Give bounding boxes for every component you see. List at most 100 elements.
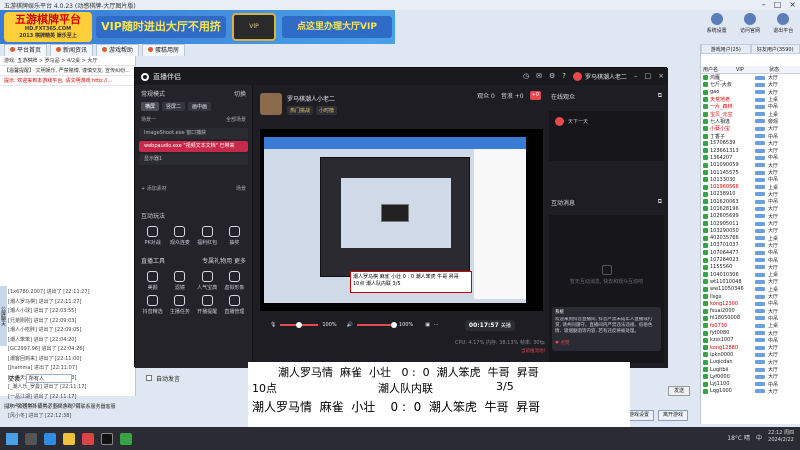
user-row[interactable]: Lyj1100 中吊: [701, 380, 800, 388]
auto-speak-checkbox[interactable]: [146, 375, 153, 381]
user-row[interactable]: 107264023 中吊: [701, 256, 800, 264]
speaker-volume-knob[interactable]: [390, 322, 397, 328]
user-row[interactable]: llsgx 大厅: [701, 293, 800, 300]
tab-friend-users[interactable]: 好友用户(3590): [750, 44, 800, 54]
speaker-volume-slider[interactable]: [356, 322, 397, 328]
user-row[interactable]: 小蔡小宝 大厅: [701, 125, 800, 132]
user-row[interactable]: 102905011 大厅: [701, 220, 800, 227]
grid-item[interactable]: 虚拟形象: [221, 271, 248, 291]
maximize-icon[interactable]: □: [645, 71, 652, 81]
tab-room[interactable]: 蛋糕用房: [142, 44, 186, 56]
vip-banner-right[interactable]: 点这里办理大厅VIP: [282, 16, 392, 38]
viewer-row[interactable]: 天下一天: [555, 117, 658, 126]
tools-more[interactable]: 专属礼物用 更多: [202, 256, 246, 265]
mode-portrait[interactable]: 竖屏二: [162, 102, 186, 111]
scene-label[interactable]: 场景一: [141, 116, 156, 123]
vip-banner-left[interactable]: VIP随时进出大厅不用挤: [96, 16, 226, 38]
more-icon[interactable]: ⋯: [434, 322, 439, 328]
user-row[interactable]: hl18050008 中吊: [701, 315, 800, 322]
user-row[interactable]: 一片_森林 中吊: [701, 103, 800, 110]
user-row[interactable]: 123661313 大厅: [701, 147, 800, 154]
user-row[interactable]: fz0730 上桌: [701, 322, 800, 329]
tab-home[interactable]: 平台首页: [4, 44, 48, 56]
broadcast-settings-icon[interactable]: ◷: [523, 71, 529, 81]
user-row[interactable]: 宝贝_元宝 上桌: [701, 110, 800, 118]
clock[interactable]: 22:12 周四 2024/2/22: [768, 430, 794, 444]
mode-pip[interactable]: 画中画: [188, 102, 212, 111]
start-icon[interactable]: [6, 432, 18, 445]
expand-icon[interactable]: ⧉: [658, 92, 662, 101]
scene-manage[interactable]: 场景: [236, 185, 246, 192]
anchor-tag[interactable]: 热门挑战: [287, 105, 314, 115]
user-row[interactable]: 101145575 大厅: [701, 169, 800, 176]
grid-item[interactable]: 开播提醒: [194, 295, 221, 315]
mic-icon[interactable]: 🎙: [270, 322, 276, 328]
user-row[interactable]: 101090059 大厅: [701, 162, 800, 169]
mode-switch[interactable]: 切换: [234, 89, 246, 98]
input-method[interactable]: 中: [756, 433, 762, 442]
col-status[interactable]: 状态: [767, 66, 800, 73]
grid-item[interactable]: 滤镜: [166, 271, 193, 291]
search-icon[interactable]: [25, 432, 37, 445]
live-timer[interactable]: 00:17:57 关播: [464, 319, 515, 331]
weather[interactable]: 18°C 晴: [727, 433, 750, 442]
visit-site-button[interactable]: 访问官网: [735, 12, 765, 42]
mic-volume-knob[interactable]: [296, 322, 303, 328]
user-row[interactable]: 402035766 上桌: [701, 235, 800, 242]
game-icon[interactable]: [82, 432, 94, 445]
grid-item[interactable]: 观众连麦: [166, 226, 193, 246]
tab-help[interactable]: 游戏帮助: [96, 44, 140, 56]
system-settings-button[interactable]: 系统设置: [702, 12, 732, 42]
user-row[interactable]: ipkn0000 大厅: [701, 351, 800, 358]
expand-icon[interactable]: ⧉: [658, 198, 662, 207]
grid-item[interactable]: 抖音精选: [139, 295, 166, 315]
message-icon[interactable]: ✉: [536, 71, 542, 81]
source-item[interactable]: 显示器1: [139, 154, 248, 165]
user-row[interactable]: kong12300 中吊: [701, 300, 800, 307]
chat-target-select[interactable]: 所有人: [26, 373, 73, 383]
grid-item[interactable]: 抽奖: [221, 226, 248, 246]
grid-item[interactable]: 直播管理: [221, 295, 248, 315]
folder-icon[interactable]: [63, 432, 75, 445]
col-vip[interactable]: VIP: [734, 66, 767, 73]
tab-game-users[interactable]: 游戏用户(25): [701, 44, 751, 54]
user-row[interactable]: 鸿雁_ 大厅: [701, 74, 800, 81]
leave-game-button[interactable]: 离开游戏: [658, 410, 688, 421]
browser-icon[interactable]: [44, 432, 56, 445]
user-row[interactable]: 10133030 中吊: [701, 176, 800, 183]
maximize-icon[interactable]: □: [774, 0, 782, 10]
grid-item[interactable]: 主播任务: [166, 295, 193, 315]
tab-news[interactable]: 新闻资讯: [50, 44, 94, 56]
user-row[interactable]: 107064477 中吊: [701, 249, 800, 256]
user-row[interactable]: 101620063 中吊: [701, 198, 800, 205]
anchor-tag[interactable]: 小时榜: [316, 105, 338, 115]
user-chip[interactable]: 罗马棋潮人老二: [572, 71, 627, 81]
user-row[interactable]: 101960566 上桌: [701, 183, 800, 191]
user-row[interactable]: Lyf0000 大厅: [701, 373, 800, 380]
user-row[interactable]: 103701037 大厅: [701, 242, 800, 249]
user-row[interactable]: 103290050 大厅: [701, 227, 800, 234]
user-row[interactable]: gao 大厅: [701, 89, 800, 96]
chat-app-icon[interactable]: [120, 432, 132, 445]
help-icon[interactable]: ?: [562, 71, 566, 81]
send-button[interactable]: 发送: [668, 386, 690, 396]
user-row[interactable]: Luqitbii 大厅: [701, 366, 800, 373]
grid-item[interactable]: 美颜: [139, 271, 166, 291]
user-row[interactable]: fyt0080 大厅: [701, 329, 800, 337]
mode-landscape[interactable]: 横屏: [141, 102, 160, 111]
user-row[interactable]: kong12880 大厅: [701, 344, 800, 351]
exit-platform-button[interactable]: 退出平台: [768, 12, 798, 42]
add-source-button[interactable]: + 添加素材: [141, 185, 167, 192]
record-icon[interactable]: ▣: [425, 322, 430, 328]
all-scenes[interactable]: 全部场景: [226, 116, 246, 123]
minimize-icon[interactable]: –: [762, 0, 766, 10]
mic-volume-slider[interactable]: [280, 322, 319, 328]
user-row[interactable]: 1155560 大厅: [701, 264, 800, 271]
user-row[interactable]: 1364207 中吊: [701, 154, 800, 161]
grid-item[interactable]: PK对战: [139, 226, 166, 246]
like-button[interactable]: ♥ 点赞: [555, 341, 658, 347]
grid-item[interactable]: 人气宝典: [194, 271, 221, 291]
speaker-icon[interactable]: 🔊: [347, 322, 353, 328]
minimize-icon[interactable]: –: [634, 71, 638, 81]
user-row[interactable]: Luqicdan 大厅: [701, 359, 800, 366]
